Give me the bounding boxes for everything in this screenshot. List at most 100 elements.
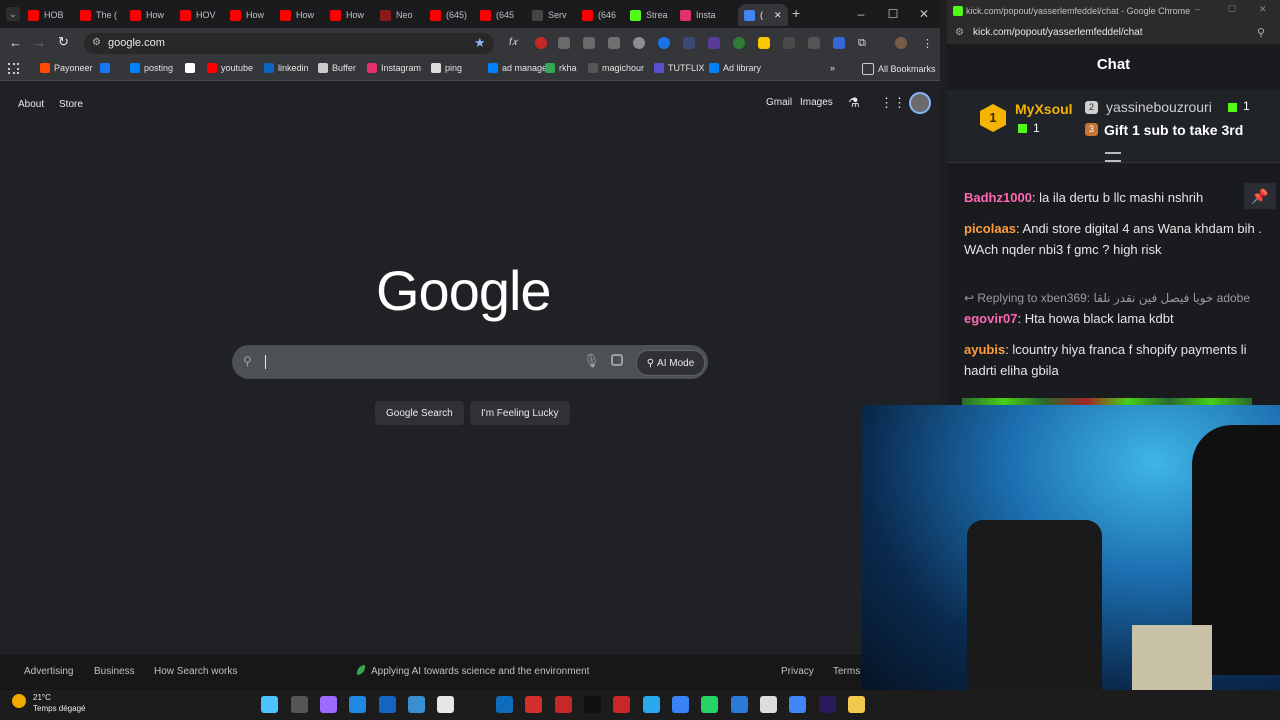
extensions-puzzle-icon[interactable]: ⧉ — [858, 37, 870, 49]
tab-6[interactable]: How — [330, 4, 364, 26]
whatsapp-icon[interactable] — [701, 696, 718, 713]
bookmarks-overflow-icon[interactable]: » — [830, 63, 835, 73]
reload-icon[interactable]: ↻ — [58, 34, 69, 50]
chat-username[interactable]: Badhz1000 — [964, 190, 1032, 205]
apps-grid-icon[interactable] — [8, 63, 19, 74]
chat-username[interactable]: picolaas — [964, 221, 1016, 236]
feeling-lucky-button[interactable]: I'm Feeling Lucky — [470, 401, 570, 425]
extension-arrows-icon[interactable] — [808, 37, 820, 49]
forward-icon[interactable]: → — [33, 35, 46, 50]
profile-avatar[interactable] — [895, 37, 907, 49]
app-red-icon[interactable] — [613, 696, 630, 713]
advertising-link[interactable]: Advertising — [24, 666, 73, 677]
collapse-handle-icon[interactable] — [1105, 152, 1121, 162]
weather-moon-icon[interactable] — [12, 694, 26, 708]
extension-badge-icon[interactable] — [708, 37, 720, 49]
tab-11[interactable]: (646 — [582, 4, 616, 26]
tab-close-icon[interactable]: ✕ — [774, 10, 782, 21]
rank-1-name[interactable]: MyXsoul — [1015, 101, 1073, 117]
account-avatar[interactable] — [909, 92, 931, 114]
chrome-menu-icon[interactable]: ⋮ — [922, 37, 934, 50]
weather-temp[interactable]: 21°C — [33, 693, 51, 702]
google-apps-icon[interactable]: ⋮⋮ — [880, 95, 906, 111]
bookmark-item[interactable]: Instagram — [367, 63, 421, 73]
bookmark-item[interactable]: Buffer — [318, 63, 356, 73]
tab-1[interactable]: The ( — [80, 4, 117, 26]
all-bookmarks[interactable]: All Bookmarks — [862, 63, 936, 75]
close-icon[interactable]: ✕ — [916, 6, 932, 22]
extension-green-icon[interactable] — [733, 37, 745, 49]
extension-camera-icon[interactable] — [583, 37, 595, 49]
site-info-icon[interactable]: ⚙ — [92, 37, 101, 48]
tab-14[interactable]: (✕ — [738, 4, 788, 26]
tab-3[interactable]: HOV — [180, 4, 216, 26]
app-photos-icon[interactable] — [731, 696, 748, 713]
bookmark-item[interactable]: rkha — [545, 63, 577, 73]
chrome-icon[interactable] — [789, 696, 806, 713]
about-link[interactable]: About — [18, 99, 44, 110]
extension-image-icon[interactable] — [558, 37, 570, 49]
extension-blue-icon[interactable] — [658, 37, 670, 49]
tab-search-icon[interactable]: ⌄ — [6, 7, 20, 21]
notion-icon[interactable] — [760, 696, 777, 713]
gmail-link[interactable]: Gmail — [766, 97, 792, 108]
bookmark-item[interactable] — [100, 63, 110, 73]
popout-minimize-icon[interactable]: – — [1195, 4, 1200, 14]
bookmark-star-icon[interactable]: ★ — [474, 35, 486, 51]
popout-zoom-icon[interactable]: ⚲ — [1257, 26, 1265, 39]
business-link[interactable]: Business — [94, 666, 135, 677]
bookmark-item[interactable]: ad manager — [488, 63, 550, 73]
app-l-icon[interactable] — [349, 696, 366, 713]
tab-8[interactable]: (645) — [430, 4, 467, 26]
privacy-link[interactable]: Privacy — [781, 666, 814, 677]
rank-2-name[interactable]: yassinebouzrouri — [1106, 99, 1212, 115]
bookmark-item[interactable]: Payoneer — [40, 63, 93, 73]
google-search-button[interactable]: Google Search — [375, 401, 464, 425]
chat-username[interactable]: egovir07 — [964, 311, 1017, 326]
outlook-icon[interactable] — [496, 696, 513, 713]
maximize-icon[interactable]: ☐ — [885, 6, 901, 22]
address-bar[interactable]: ⚙ google.com ★ — [84, 33, 494, 54]
capcut-icon[interactable] — [555, 696, 572, 713]
extension-globe-icon[interactable] — [633, 37, 645, 49]
extension-link-icon[interactable] — [833, 37, 845, 49]
chat-username[interactable]: ayubis — [964, 342, 1005, 357]
labs-flask-icon[interactable]: ⚗ — [848, 95, 860, 111]
app-blue-icon[interactable] — [379, 696, 396, 713]
weather-desc[interactable]: Temps dégagé — [33, 704, 85, 713]
app-globe-icon[interactable] — [672, 696, 689, 713]
bookmark-item[interactable]: Ad library — [709, 63, 761, 73]
popout-close-icon[interactable]: ✕ — [1259, 4, 1267, 15]
store-link[interactable]: Store — [59, 99, 83, 110]
tab-10[interactable]: Serv — [532, 4, 567, 26]
extension-grid-icon[interactable] — [608, 37, 620, 49]
bookmark-item[interactable]: linkedin — [264, 63, 309, 73]
bookmark-item[interactable]: ping — [431, 63, 462, 73]
extension-fx-icon[interactable]: f𝑥 — [509, 37, 521, 49]
tab-7[interactable]: Neo — [380, 4, 413, 26]
popout-maximize-icon[interactable]: ☐ — [1228, 4, 1236, 15]
bookmark-item[interactable]: TUTFLIX — [654, 63, 705, 73]
tab-13[interactable]: Insta — [680, 4, 716, 26]
app-feather-icon[interactable] — [408, 696, 425, 713]
terms-link[interactable]: Terms — [833, 666, 860, 677]
bookmark-item[interactable]: posting — [130, 63, 173, 73]
task-view-icon[interactable] — [291, 696, 308, 713]
extension-red-icon[interactable] — [535, 37, 547, 49]
opera-icon[interactable] — [525, 696, 542, 713]
start-windows-icon[interactable] — [261, 696, 278, 713]
new-tab-button[interactable]: + — [792, 5, 806, 21]
copilot-icon[interactable] — [320, 696, 337, 713]
telegram-icon[interactable] — [643, 696, 660, 713]
tab-12[interactable]: Strea — [630, 4, 668, 26]
tab-0[interactable]: HOB — [28, 4, 64, 26]
microphone-icon[interactable]: 🎙 — [583, 353, 600, 369]
tab-5[interactable]: How — [280, 4, 314, 26]
tab-4[interactable]: How — [230, 4, 264, 26]
gift-sub-cta[interactable]: Gift 1 sub to take 3rd — [1104, 122, 1243, 138]
extension-gray-icon[interactable] — [783, 37, 795, 49]
back-icon[interactable]: ← — [9, 35, 22, 50]
minimize-icon[interactable]: – — [853, 6, 869, 22]
file-explorer-icon[interactable] — [437, 696, 454, 713]
extension-dark-icon[interactable] — [683, 37, 695, 49]
